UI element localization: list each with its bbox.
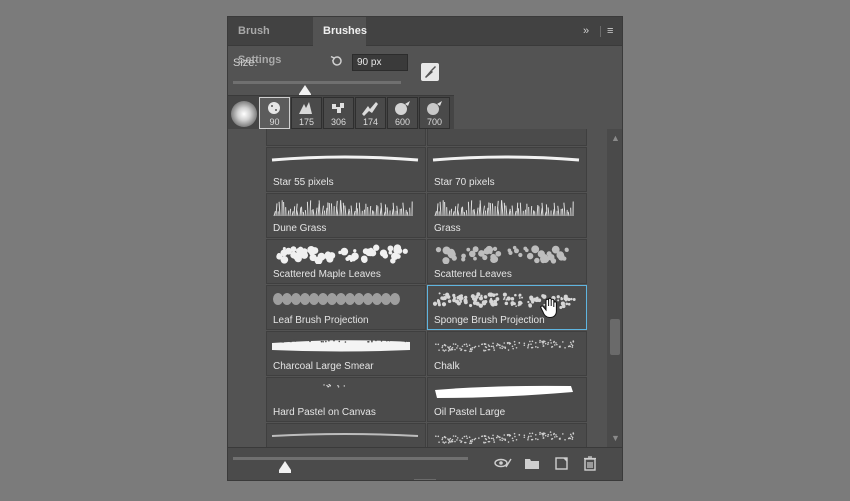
size-label: Size: xyxy=(233,57,258,69)
brush-tile[interactable]: Chalk xyxy=(427,331,587,376)
preview-size-slider-thumb[interactable] xyxy=(278,461,291,473)
brush-tile[interactable]: Scattered Maple Leaves xyxy=(266,239,426,284)
preset-size-label: 700 xyxy=(426,117,443,127)
brush-name-label: Hard Pastel on Canvas xyxy=(273,407,376,418)
brush-stroke-preview xyxy=(273,200,413,217)
brush-tile[interactable]: Star 33 pixels xyxy=(266,129,426,146)
soft-round-brush-preview[interactable] xyxy=(231,101,257,127)
brush-tile[interactable]: Leaf Brush Projection xyxy=(266,285,426,330)
preset-size-label: 306 xyxy=(330,117,347,127)
brush-name-label: Sponge Brush Projection xyxy=(434,315,545,326)
brush-name-label: Scattered Maple Leaves xyxy=(273,269,381,280)
brush-tile[interactable]: Dune Grass xyxy=(266,193,426,238)
brush-stroke-preview xyxy=(276,244,408,264)
brush-tip-icon xyxy=(299,102,312,114)
brush-tile[interactable]: Sponge Brush Projection xyxy=(427,285,587,330)
brush-stroke-preview xyxy=(272,339,410,352)
brush-stroke-preview xyxy=(435,431,575,445)
brush-tile[interactable]: Star 42 pixels xyxy=(427,129,587,146)
recent-brush-preset[interactable]: 700 xyxy=(419,97,450,129)
brush-tile[interactable] xyxy=(266,423,426,447)
brushes-panel: Brush Settings Brushes » ≡ Size: 90 175 30… xyxy=(227,16,623,481)
recent-brush-preset[interactable]: 90 xyxy=(259,97,290,129)
brush-tile[interactable]: Charcoal Large Smear xyxy=(266,331,426,376)
recent-brushes-row: 90 175 306 174 600 700 xyxy=(228,95,454,131)
scrollbar-thumb[interactable] xyxy=(610,319,620,355)
size-slider-track[interactable] xyxy=(233,81,401,84)
preset-size-label: 600 xyxy=(394,117,411,127)
brush-tip-icon xyxy=(268,102,280,114)
hand-cursor-icon xyxy=(540,297,560,319)
new-brush-icon[interactable] xyxy=(554,455,570,471)
tab-divider xyxy=(600,26,601,37)
brush-tile[interactable]: Oil Pastel Large xyxy=(427,377,587,422)
reset-size-icon[interactable] xyxy=(329,53,345,69)
brush-tip-icon xyxy=(395,101,410,115)
toggle-preview-icon[interactable] xyxy=(494,455,512,471)
size-input[interactable] xyxy=(352,54,408,71)
brush-name-label: Leaf Brush Projection xyxy=(273,315,369,326)
scroll-up-icon[interactable]: ▲ xyxy=(611,133,620,143)
brush-tile[interactable]: Scattered Leaves xyxy=(427,239,587,284)
brush-tile[interactable]: Star 55 pixels xyxy=(266,147,426,192)
recent-brush-preset[interactable]: 306 xyxy=(323,97,354,129)
brush-name-label: Charcoal Large Smear xyxy=(273,361,374,372)
new-group-folder-icon[interactable] xyxy=(524,455,540,471)
brush-tile[interactable]: Star 70 pixels xyxy=(427,147,587,192)
preset-size-label: 175 xyxy=(298,117,315,127)
trash-icon[interactable] xyxy=(582,455,598,471)
brush-name-label: Grass xyxy=(434,223,461,234)
brush-name-label: Scattered Leaves xyxy=(434,269,512,280)
brush-name-label: Oil Pastel Large xyxy=(434,407,506,418)
preset-size-label: 90 xyxy=(269,117,280,127)
panel-bottom-bar xyxy=(228,447,622,480)
resize-gripper[interactable] xyxy=(414,479,436,480)
vertical-scrollbar[interactable]: ▲ ▼ xyxy=(607,129,622,447)
brush-stroke-preview xyxy=(435,245,569,264)
brush-tile[interactable]: Grass xyxy=(427,193,587,238)
recent-brush-preset[interactable]: 600 xyxy=(387,97,418,129)
brush-stroke-preview xyxy=(434,200,574,217)
tab-brushes[interactable]: Brushes xyxy=(313,17,367,46)
brush-stroke-preview xyxy=(273,293,400,305)
brush-tile[interactable]: Hard Pastel on Canvas xyxy=(266,377,426,422)
brush-list: Star 33 pixelsStar 42 pixels Star 55 pixe… xyxy=(228,129,622,447)
scroll-down-icon[interactable]: ▼ xyxy=(611,433,620,443)
brush-stroke-preview xyxy=(323,383,345,388)
brush-name-label: Chalk xyxy=(434,361,460,372)
brush-stroke-preview xyxy=(271,155,419,162)
create-new-brush-icon[interactable] xyxy=(421,63,439,81)
recent-brush-preset[interactable]: 175 xyxy=(291,97,322,129)
brush-name-label: Dune Grass xyxy=(273,223,327,234)
brush-tip-icon xyxy=(362,102,378,116)
size-slider-thumb[interactable] xyxy=(299,85,312,97)
brush-stroke-preview xyxy=(435,339,575,353)
preview-size-slider-track[interactable] xyxy=(233,457,468,460)
recent-brush-preset[interactable]: 174 xyxy=(355,97,386,129)
tab-brush-settings[interactable]: Brush Settings xyxy=(228,17,313,66)
brush-name-label: Star 70 pixels xyxy=(434,177,495,188)
collapse-panel-button[interactable]: » xyxy=(583,17,589,46)
preset-size-label: 174 xyxy=(362,117,379,127)
brush-stroke-preview xyxy=(271,433,419,437)
brush-tile[interactable] xyxy=(427,423,587,447)
panel-menu-button[interactable]: ≡ xyxy=(607,17,613,46)
brush-stroke-preview xyxy=(432,155,580,162)
brush-stroke-preview xyxy=(435,385,573,398)
panel-tab-bar: Brush Settings Brushes » ≡ xyxy=(228,17,622,66)
brush-tip-icon xyxy=(427,101,442,115)
brush-tip-icon xyxy=(332,103,344,113)
brush-name-label: Star 55 pixels xyxy=(273,177,334,188)
